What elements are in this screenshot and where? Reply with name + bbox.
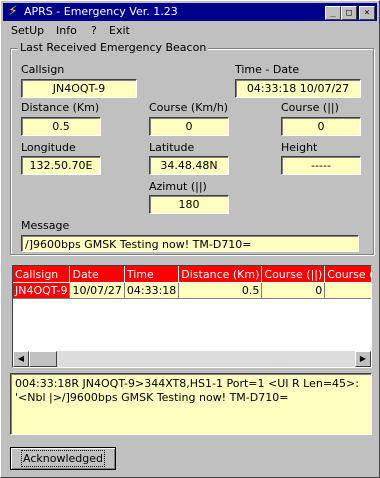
callsign-label: Callsign <box>21 63 65 76</box>
col-distance[interactable]: Distance (Km) <box>178 266 263 283</box>
menu-bar: SetUp Info ? Exit <box>3 22 377 39</box>
menu-exit[interactable]: Exit <box>109 24 130 37</box>
title-bar[interactable]: ⚡ APRS - Emergency Ver. 1.23 _ □ × <box>3 3 377 21</box>
cell-distance[interactable]: 0.5 <box>178 282 263 299</box>
latitude-field[interactable]: 34.48.48N <box>149 156 229 175</box>
col-date[interactable]: Date <box>69 266 125 283</box>
scroll-left-icon[interactable]: ◀ <box>13 351 29 367</box>
course-deg-label: Course (||) <box>281 101 339 114</box>
acknowledged-label: Acknowledged <box>21 450 105 467</box>
message-field[interactable]: /]9600bps GMSK Testing now! TM-D710= <box>21 235 359 252</box>
message-label: Message <box>21 219 70 232</box>
cell-time[interactable]: 04:33:18 <box>124 282 180 299</box>
height-field[interactable]: ----- <box>281 156 361 175</box>
callsign-field[interactable]: JN4OQT-9 <box>21 79 137 98</box>
cell-course-deg[interactable]: 0 <box>261 282 326 299</box>
course-deg-field[interactable]: 0 <box>281 117 361 136</box>
log-line: 004:33:18R JN4OQT-9>344XT8,HS1-1 Port=1 … <box>15 377 359 390</box>
scroll-thumb[interactable] <box>29 351 57 367</box>
azimut-field[interactable]: 180 <box>149 195 229 214</box>
longitude-label: Longitude <box>21 141 76 154</box>
latitude-label: Latitude <box>149 141 195 154</box>
packet-log[interactable]: 004:33:18R JN4OQT-9>344XT8,HS1-1 Port=1 … <box>10 373 372 435</box>
col-course-deg[interactable]: Course (||) <box>261 266 326 283</box>
col-course-kmh[interactable]: Course (Km <box>324 266 371 283</box>
distance-label: Distance (Km) <box>21 101 100 114</box>
cell-course-kmh[interactable] <box>324 282 371 299</box>
table-row[interactable]: JN4OQT-9 10/07/27 04:33:18 0.5 0 <box>13 282 371 299</box>
distance-field[interactable]: 0.5 <box>21 117 101 136</box>
height-label: Height <box>281 141 318 154</box>
scroll-right-icon[interactable]: ▶ <box>355 351 371 367</box>
beacon-table[interactable]: Callsign Date Time Distance (Km) Course … <box>12 265 372 368</box>
azimut-label: Azimut (||) <box>149 180 207 193</box>
minimize-button[interactable]: _ <box>325 6 341 20</box>
cell-callsign[interactable]: JN4OQT-9 <box>13 282 71 299</box>
close-button[interactable]: × <box>359 6 375 20</box>
cell-date[interactable]: 10/07/27 <box>69 282 125 299</box>
horizontal-scrollbar[interactable]: ◀ ▶ <box>13 351 371 367</box>
col-callsign[interactable]: Callsign <box>13 266 71 283</box>
time-date-label: Time - Date <box>235 63 300 76</box>
window-title: APRS - Emergency Ver. 1.23 <box>24 5 178 18</box>
col-time[interactable]: Time <box>124 266 180 283</box>
lightning-icon: ⚡ <box>8 4 18 19</box>
course-kmh-label: Course (Km/h) <box>149 101 229 114</box>
app-window: ⚡ APRS - Emergency Ver. 1.23 _ □ × SetUp… <box>0 0 380 478</box>
group-title: Last Received Emergency Beacon <box>18 41 209 54</box>
log-line: '<Nbl |>/]9600bps GMSK Testing now! TM-D… <box>15 391 289 404</box>
table-header-row: Callsign Date Time Distance (Km) Course … <box>13 266 371 283</box>
course-kmh-field[interactable]: 0 <box>149 117 229 136</box>
time-date-field[interactable]: 04:33:18 10/07/27 <box>235 79 361 98</box>
menu-setup[interactable]: SetUp <box>11 24 44 37</box>
menu-info[interactable]: Info <box>56 24 77 37</box>
maximize-button[interactable]: □ <box>341 6 357 20</box>
menu-help[interactable]: ? <box>91 24 97 37</box>
longitude-field[interactable]: 132.50.70E <box>21 156 101 175</box>
acknowledged-button[interactable]: Acknowledged <box>10 447 116 470</box>
